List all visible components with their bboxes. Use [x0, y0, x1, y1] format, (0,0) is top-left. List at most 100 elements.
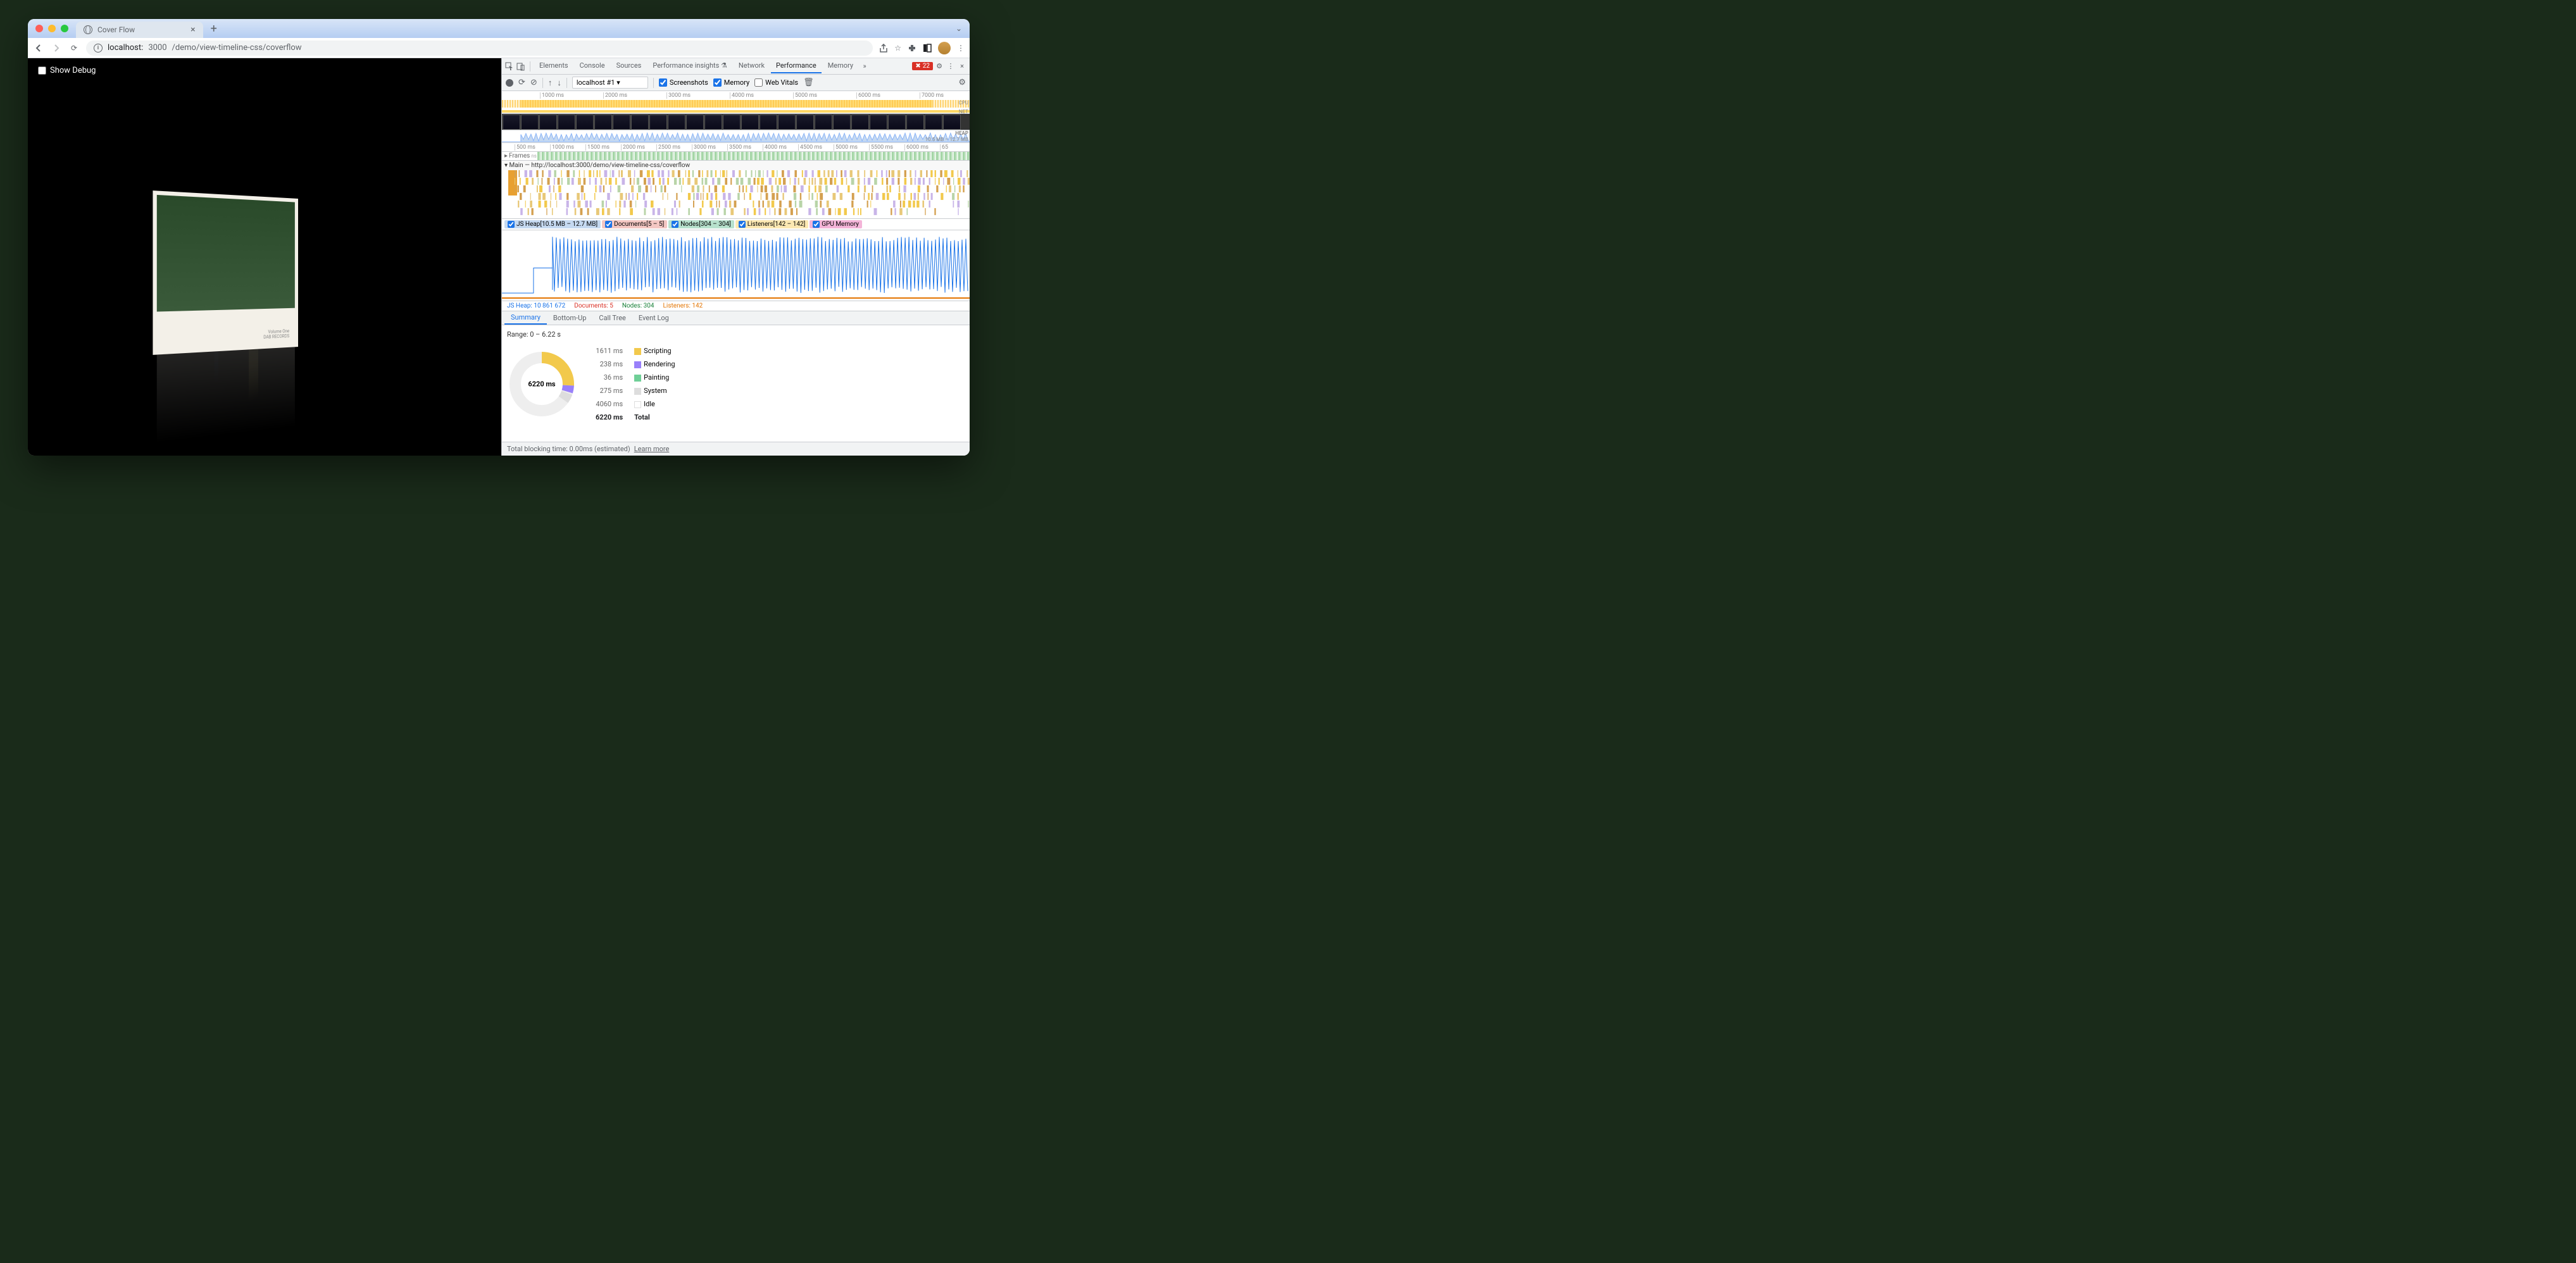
new-tab-button[interactable]: +	[211, 22, 217, 35]
share-icon[interactable]	[879, 44, 888, 53]
calltree-tab[interactable]: Call Tree	[592, 312, 632, 324]
tab-console[interactable]: Console	[575, 59, 610, 73]
bookmark-icon[interactable]: ☆	[894, 44, 901, 53]
browser-tab[interactable]: Cover Flow ×	[76, 22, 203, 38]
cpu-strip	[502, 100, 970, 108]
memory-chart-svg	[502, 230, 970, 301]
tab-perf-insights[interactable]: Performance insights ⚗	[647, 59, 732, 73]
globe-icon	[84, 25, 92, 34]
memory-checkbox[interactable]: Memory	[713, 78, 749, 87]
bottomup-tab[interactable]: Bottom-Up	[547, 312, 593, 324]
close-window-button[interactable]	[35, 25, 43, 32]
devtools-panel: Elements Console Sources Performance ins…	[501, 58, 970, 456]
webvitals-checkbox[interactable]: Web Vitals	[754, 78, 798, 87]
album-cover-1[interactable]: Volume One DAB RECORDS	[153, 190, 298, 355]
memory-stats: JS Heap: 10 861 672 Documents: 5 Nodes: …	[502, 301, 970, 311]
extension-icons: ☆ ⋮	[879, 42, 965, 54]
main-header[interactable]: ▾ Main — http://localhost:3000/demo/view…	[502, 161, 970, 170]
chevron-down-icon[interactable]: ⌄	[956, 24, 962, 33]
tab-sources[interactable]: Sources	[611, 59, 647, 73]
listeners-chip[interactable]: Listeners[142 – 142]	[735, 220, 808, 228]
summary-tabs: Summary Bottom-Up Call Tree Event Log	[502, 311, 970, 325]
url-path: /demo/view-timeline-css/coverflow	[172, 43, 302, 53]
performance-toolbar: ⟳ ⊘ ↑ ↓ localhost #1 ▾ Screenshots Memor…	[502, 75, 970, 91]
beaker-icon: ⚗	[721, 61, 727, 70]
memory-chart[interactable]	[502, 230, 970, 301]
summary-tab[interactable]: Summary	[504, 311, 547, 325]
tab-title: Cover Flow	[97, 25, 135, 34]
capture-settings-icon[interactable]: ⚙	[958, 78, 966, 87]
reload-button[interactable]: ⟳	[68, 42, 80, 54]
album-label: Volume One DAB RECORDS	[263, 328, 289, 340]
main-track[interactable]: ▾ Main — http://localhost:3000/demo/view…	[502, 161, 970, 219]
frames-track[interactable]: ▸Framesns	[502, 152, 970, 161]
more-icon[interactable]: ⋮	[946, 61, 956, 72]
timeline-overview[interactable]: 1000 ms2000 ms3000 ms4000 ms5000 ms6000 …	[502, 91, 970, 114]
more-tabs-icon[interactable]: »	[860, 61, 870, 72]
close-tab-button[interactable]: ×	[191, 25, 195, 35]
gpu-chip[interactable]: GPU Memory	[810, 220, 862, 228]
stat-nodes: Nodes: 304	[622, 302, 654, 309]
summary-table: 1611 msScripting238 msRendering36 msPain…	[589, 344, 682, 425]
blocking-time-text: Total blocking time: 0.00ms (estimated)	[507, 445, 630, 453]
summary-content: 6220 ms 1611 msScripting238 msRendering3…	[507, 344, 965, 425]
titlebar: Cover Flow × + ⌄	[28, 19, 970, 38]
documents-chip[interactable]: Documents[5 – 5]	[602, 220, 667, 228]
devtools-tabs: Elements Console Sources Performance ins…	[502, 58, 970, 75]
tab-network[interactable]: Network	[734, 59, 770, 73]
learn-more-link[interactable]: Learn more	[634, 445, 670, 453]
frames-unit: ns	[531, 153, 537, 159]
eventlog-tab[interactable]: Event Log	[632, 312, 675, 324]
tab-elements[interactable]: Elements	[534, 59, 573, 73]
back-button[interactable]	[33, 42, 44, 54]
show-debug-checkbox[interactable]	[38, 66, 46, 75]
profile-avatar[interactable]	[938, 42, 951, 54]
upload-button[interactable]: ↑	[548, 78, 553, 88]
address-bar: ⟳ i localhost:3000/demo/view-timeline-cs…	[28, 38, 970, 58]
close-devtools-icon[interactable]: ×	[957, 61, 967, 72]
record-button[interactable]	[506, 79, 513, 87]
inspect-icon[interactable]	[504, 61, 515, 72]
detail-ruler[interactable]: 500 ms1000 ms1500 ms2000 ms2500 ms3000 m…	[502, 143, 970, 152]
maximize-window-button[interactable]	[61, 25, 68, 32]
error-badge[interactable]: ✖ 22	[912, 62, 933, 70]
web-page: Show Debug OK & 4 THEORY Volume One DAB …	[28, 58, 501, 456]
reload-record-button[interactable]: ⟳	[518, 78, 525, 87]
gc-button[interactable]: 🗑	[803, 78, 814, 87]
show-debug-label: Show Debug	[50, 66, 96, 75]
devtools-icon[interactable]	[923, 44, 932, 53]
chrome-menu-icon[interactable]: ⋮	[957, 44, 965, 53]
coverflow-container[interactable]: OK & 4 THEORY Volume One DAB RECORDS	[28, 115, 501, 430]
album-line2: DAB RECORDS	[263, 333, 289, 340]
screenshots-checkbox[interactable]: Screenshots	[659, 78, 708, 87]
jsheap-chip[interactable]: JS Heap[10.5 MB – 12.7 MB]	[504, 220, 601, 228]
range-text: Range: 0 – 6.22 s	[507, 330, 965, 339]
show-debug-toggle[interactable]: Show Debug	[38, 66, 96, 75]
forward-button[interactable]	[51, 42, 62, 54]
summary-donut: 6220 ms	[507, 349, 577, 419]
stat-jsheap: JS Heap: 10 861 672	[507, 302, 565, 309]
url-input[interactable]: i localhost:3000/demo/view-timeline-css/…	[86, 40, 873, 56]
heap-range: 10.5 MB – 12.7 MB	[925, 137, 968, 142]
site-info-icon[interactable]: i	[94, 44, 103, 53]
tab-performance[interactable]: Performance	[771, 59, 822, 73]
filmstrip[interactable]	[502, 114, 970, 130]
clear-button[interactable]: ⊘	[530, 78, 537, 87]
minimize-window-button[interactable]	[48, 25, 56, 32]
stat-documents: Documents: 5	[574, 302, 613, 309]
download-button[interactable]: ↓	[557, 78, 561, 88]
frames-bar	[537, 152, 970, 160]
flame-bars	[502, 170, 970, 218]
stat-listeners: Listeners: 142	[663, 302, 703, 309]
tab-memory[interactable]: Memory	[823, 59, 858, 73]
flame-chart[interactable]	[502, 170, 970, 218]
device-toggle-icon[interactable]	[516, 61, 526, 72]
heap-label: HEAP	[955, 130, 968, 136]
extensions-icon[interactable]	[908, 44, 916, 53]
heap-wave	[502, 130, 970, 143]
settings-icon[interactable]: ⚙	[934, 61, 944, 72]
heap-overview[interactable]: HEAP 10.5 MB – 12.7 MB	[502, 130, 970, 143]
content-area: Show Debug OK & 4 THEORY Volume One DAB …	[28, 58, 970, 456]
nodes-chip[interactable]: Nodes[304 – 304]	[668, 220, 734, 228]
profile-selector[interactable]: localhost #1 ▾	[572, 77, 648, 89]
